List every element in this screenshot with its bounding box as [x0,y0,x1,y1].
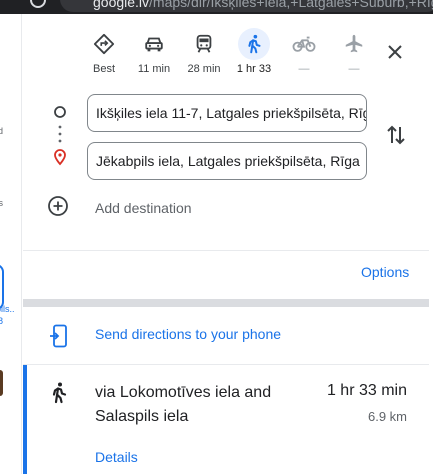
destination-input[interactable]: Jēkabpils iela, Latgales priekšpilsēta, … [87,142,367,180]
route-details-link[interactable]: Details [95,449,138,465]
add-destination-button[interactable]: Add destination [47,195,192,222]
origin-input[interactable]: Ikšķiles iela 11-7, Latgales priekšpilsē… [87,94,367,132]
mode-label: Best [92,63,115,75]
options-button[interactable]: Options [361,264,409,280]
route-option[interactable]: via Lokomotīves iela and Salaspils iela … [23,365,429,474]
walk-icon [238,28,270,60]
send-directions-label: Send directions to your phone [95,326,282,342]
mode-transit[interactable]: 28 min [179,28,229,75]
selected-route-indicator [23,365,27,474]
mode-label: — [298,63,310,75]
car-icon [138,28,170,60]
travel-mode-bar: Best 11 min 28 min 1 hr 33 — — [23,28,429,98]
route-duration: 1 hr 33 min [326,382,407,399]
reload-icon[interactable] [30,0,46,8]
add-destination-label: Add destination [95,200,192,216]
mode-walking[interactable]: 1 hr 33 [229,28,279,75]
walk-icon [49,381,69,410]
best-route-icon [88,28,120,60]
directions-panel: Best 11 min 28 min 1 hr 33 — — Ikšķiles … [23,14,429,474]
plane-icon [338,28,370,60]
close-icon [387,44,403,65]
route-via-text: via Lokomotīves iela and Salaspils iela [95,384,272,425]
waypoint-markers [51,102,69,177]
address-bar-url[interactable]: google.lv/maps/dir/Ikšķiles+iela,+Latgal… [93,0,433,10]
browser-toolbar: google.lv/maps/dir/Ikšķiles+iela,+Latgal… [0,0,433,14]
mode-label: 1 hr 33 [236,63,272,75]
left-side-panel: d ts pils.. 8 [0,14,22,474]
divider [23,250,429,251]
left-thumbnail[interactable] [0,370,3,396]
left-fragment: d [0,126,3,136]
mode-label: 11 min [137,63,171,75]
bike-icon [288,28,320,60]
origin-circle-icon [54,106,66,118]
route-distance: 6.9 km [367,409,407,424]
close-directions-button[interactable] [383,42,407,66]
left-fragment: ts [0,198,3,208]
mode-label: — [348,63,360,75]
mode-label: 28 min [187,63,221,75]
left-fragment: 8 [0,316,3,326]
swap-waypoints-button[interactable] [385,122,407,148]
mode-best[interactable]: Best [79,28,129,75]
send-directions-to-phone-button[interactable]: Send directions to your phone [23,308,429,364]
mode-cycling[interactable]: — [279,28,329,75]
swap-icon [385,125,407,152]
add-circle-icon [47,195,69,222]
mode-driving[interactable]: 11 min [129,28,179,75]
mode-flights[interactable]: — [329,28,379,75]
send-to-phone-icon [49,324,69,353]
destination-pin-icon [54,149,66,166]
left-fragment: pils.. [0,304,15,314]
section-separator [23,299,429,307]
train-icon [188,28,220,60]
